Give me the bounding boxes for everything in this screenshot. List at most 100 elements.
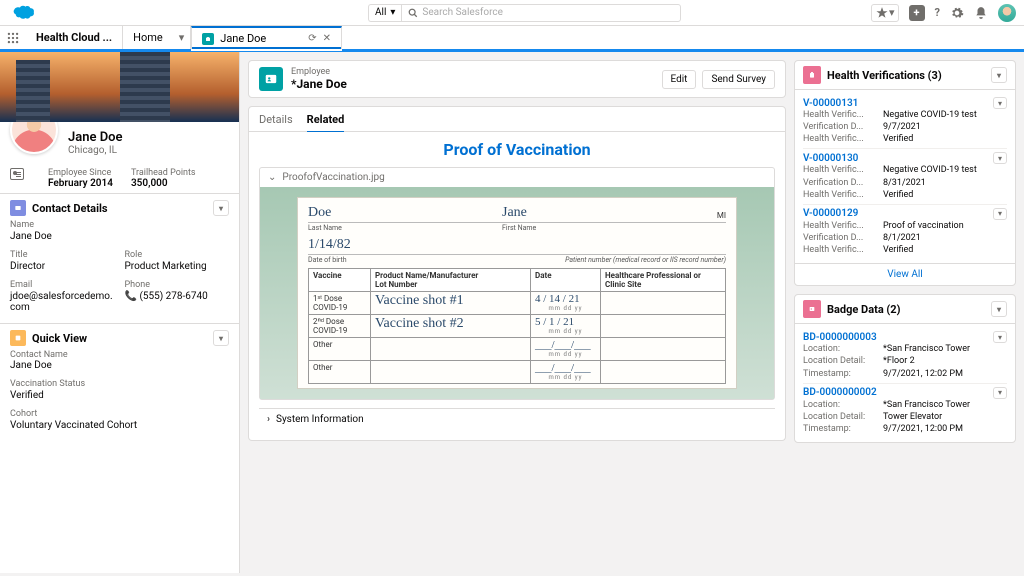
- system-information-section[interactable]: › System Information: [259, 408, 775, 430]
- app-nav: Health Cloud ... Home ▾ Jane Doe ⟳ ✕: [0, 26, 1024, 52]
- user-avatar[interactable]: [998, 4, 1016, 22]
- vaccination-card: Doe Jane MI Last NameFirst Name 1/14/82 …: [297, 197, 737, 389]
- search-scope-picker[interactable]: All ▾: [368, 4, 401, 22]
- edit-button[interactable]: Edit: [662, 70, 697, 89]
- vcard-dob: 1/14/82: [308, 238, 726, 252]
- contact-link[interactable]: Jane Doe: [10, 359, 52, 371]
- field-label: Title: [10, 250, 115, 260]
- label: Date of birth: [308, 256, 398, 264]
- card-menu-icon[interactable]: ▾: [991, 67, 1007, 83]
- employee-since-label: Employee Since: [48, 168, 113, 178]
- table-cell: Other: [309, 338, 371, 361]
- table-cell: [601, 292, 726, 315]
- nav-item-label: Home: [133, 31, 163, 44]
- phone-value: 📞 (555) 278-6740: [125, 290, 230, 302]
- vcard-firstname: Jane: [502, 206, 696, 220]
- search-scope-label: All: [375, 7, 386, 18]
- view-all-link[interactable]: View All: [795, 263, 1015, 285]
- tab-details[interactable]: Details: [259, 107, 293, 133]
- global-search-input[interactable]: Search Salesforce: [401, 4, 681, 22]
- vcard-lastname: Doe: [308, 206, 502, 220]
- page-title: Proof of Vaccination: [259, 140, 775, 159]
- field-value: Product Marketing: [125, 260, 230, 272]
- table-cell: 4 / 14 / 21mm dd yy: [531, 292, 601, 315]
- record-type-label: Employee: [291, 67, 347, 77]
- global-actions-button[interactable]: +: [909, 5, 925, 21]
- row-actions-icon[interactable]: ▾: [993, 208, 1007, 220]
- chevron-down-icon[interactable]: ⌄: [268, 172, 276, 183]
- table-cell: ___/___/___mm dd yy: [531, 361, 601, 384]
- health-verifications-card: Health Verifications (3) ▾ V-00000131▾ H…: [794, 60, 1016, 286]
- phone-icon: 📞: [125, 291, 140, 302]
- workspace-tab-jane-doe[interactable]: Jane Doe ⟳ ✕: [191, 26, 342, 49]
- badge-data-card: Badge Data (2) ▾ BD-0000000003▾ Location…: [794, 294, 1016, 443]
- related-list-item: V-00000130▾ Health Verific...Negative CO…: [803, 149, 1007, 204]
- favorites-button[interactable]: ▾: [871, 4, 899, 22]
- related-list-item: V-00000131▾ Health Verific...Negative CO…: [803, 94, 1007, 149]
- send-survey-button[interactable]: Send Survey: [702, 70, 775, 89]
- global-header: All ▾ Search Salesforce ▾ + ?: [0, 0, 1024, 26]
- quick-view-header: Quick View: [32, 332, 87, 345]
- right-sidebar: Health Verifications (3) ▾ V-00000131▾ H…: [794, 52, 1024, 573]
- related-list-item: V-00000129▾ Health Verific...Proof of va…: [803, 205, 1007, 259]
- badge-data-title: Badge Data (2): [827, 303, 900, 316]
- table-cell: 5 / 1 / 21mm dd yy: [531, 315, 601, 338]
- table-cell: [601, 315, 726, 338]
- file-preview: Doe Jane MI Last NameFirst Name 1/14/82 …: [260, 187, 774, 399]
- label: First Name: [502, 224, 696, 232]
- tab-related[interactable]: Related: [307, 107, 345, 133]
- collapse-quickview-icon[interactable]: ▾: [213, 330, 229, 346]
- card-menu-icon[interactable]: ▾: [991, 301, 1007, 317]
- table-cell: Vaccine shot #2: [371, 315, 531, 338]
- help-icon[interactable]: ?: [935, 6, 940, 19]
- nav-item-menu[interactable]: ▾: [173, 26, 192, 49]
- row-actions-icon[interactable]: ▾: [993, 152, 1007, 164]
- field-value: Verified: [10, 389, 229, 401]
- search-icon: [408, 8, 418, 18]
- row-actions-icon[interactable]: ▾: [993, 387, 1007, 399]
- collapse-contact-icon[interactable]: ▾: [213, 200, 229, 216]
- setup-gear-icon[interactable]: [950, 6, 964, 20]
- nav-item-home[interactable]: Home: [123, 26, 173, 49]
- field-label: Phone: [125, 280, 230, 290]
- close-tab-icon[interactable]: ✕: [323, 33, 331, 44]
- record-tabs: Details Related: [248, 106, 786, 132]
- profile-location: Chicago, IL: [68, 145, 123, 156]
- col-hcp: Healthcare Professional or Clinic Site: [601, 269, 726, 292]
- record-link[interactable]: BD-0000000003: [803, 332, 877, 343]
- app-launcher-icon[interactable]: [0, 26, 26, 49]
- chevron-right-icon: ›: [267, 414, 270, 425]
- contact-icon: [10, 200, 26, 216]
- contact-details-header: Contact Details: [32, 202, 108, 215]
- col-product: Product Name/Manufacturer Lot Number: [371, 269, 531, 292]
- file-card: ⌄ ProofofVaccination.jpg Doe Jane MI Las…: [259, 167, 775, 400]
- field-label: Vaccination Status: [10, 379, 229, 389]
- field-value: Director: [10, 260, 115, 272]
- employee-icon: [202, 33, 214, 45]
- notifications-bell-icon[interactable]: [974, 6, 988, 20]
- related-list-item: BD-0000000003▾ Location:*San Francisco T…: [803, 328, 1007, 383]
- record-link[interactable]: BD-0000000002: [803, 387, 877, 398]
- field-label: Email: [10, 280, 115, 290]
- record-link[interactable]: V-00000131: [803, 98, 858, 109]
- record-name: *Jane Doe: [291, 77, 347, 91]
- app-name: Health Cloud ...: [26, 26, 123, 49]
- field-label: Role: [125, 250, 230, 260]
- record-header: Employee *Jane Doe Edit Send Survey: [248, 60, 786, 98]
- label: Patient number (medical record or IIS re…: [398, 256, 726, 264]
- id-card-icon: [10, 168, 24, 180]
- col-date: Date: [531, 269, 601, 292]
- row-actions-icon[interactable]: ▾: [993, 331, 1007, 343]
- left-sidebar: Jane Doe Chicago, IL Employee SinceFebru…: [0, 52, 240, 573]
- related-list-item: BD-0000000002▾ Location:*San Francisco T…: [803, 384, 1007, 438]
- email-link[interactable]: jdoe@salesforcedemo.com: [10, 290, 115, 313]
- vcard-mi-label: MI: [696, 211, 726, 220]
- refresh-tab-icon[interactable]: ⟳: [308, 33, 316, 44]
- row-actions-icon[interactable]: ▾: [993, 97, 1007, 109]
- health-verification-icon: [803, 66, 821, 84]
- health-verifications-title: Health Verifications (3): [827, 69, 942, 82]
- record-link[interactable]: V-00000130: [803, 153, 858, 164]
- table-cell: Vaccine shot #1: [371, 292, 531, 315]
- record-link[interactable]: V-00000129: [803, 208, 858, 219]
- table-cell: 1ˢᵗ Dose COVID-19: [309, 292, 371, 315]
